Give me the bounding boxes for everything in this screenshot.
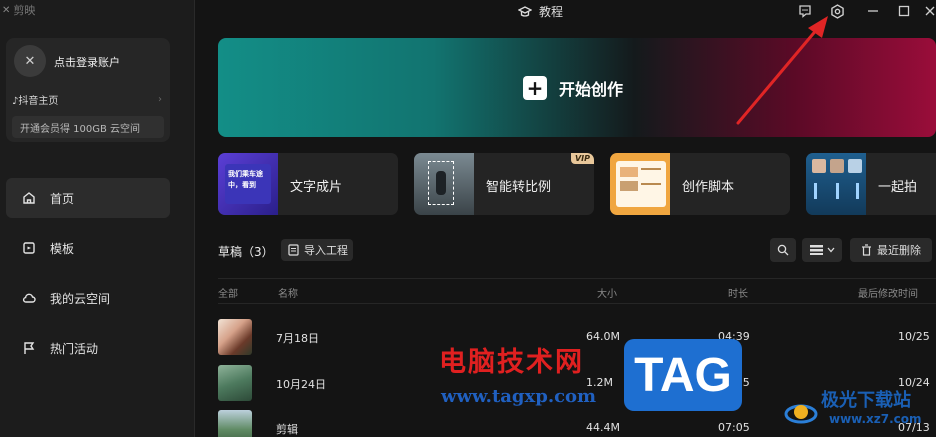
feature-label: 一起拍 — [878, 180, 918, 195]
account-card: ✕ 点击登录账户 ♪抖音主页 › 开通会员得 100GB 云空间 — [6, 38, 170, 142]
title-bar — [196, 0, 936, 22]
chevron-right-icon: › — [158, 94, 162, 105]
column-header-duration: 时长 — [728, 289, 748, 300]
login-link[interactable]: 点击登录账户 — [54, 54, 120, 70]
home-icon — [23, 192, 35, 204]
maximize-icon[interactable] — [896, 3, 912, 19]
template-icon — [23, 242, 35, 254]
watermark-site: 电脑技术网 www.tagxp.com — [435, 338, 627, 418]
sidebar-nav: 首页 模板 我的云空间 热门活动 — [6, 178, 170, 378]
tutorial-button[interactable]: 教程 — [518, 3, 563, 20]
thumb-caption: 我们乘车途中，看到 — [228, 170, 263, 189]
vip-badge: VIP — [570, 153, 594, 164]
vip-promo-button[interactable]: 开通会员得 100GB 云空间 — [12, 116, 164, 138]
tutorial-label: 教程 — [539, 5, 564, 19]
capcut-logo-icon: ✕ — [2, 4, 11, 16]
search-button[interactable] — [770, 238, 796, 262]
search-icon — [777, 244, 789, 256]
app-name: 剪映 — [13, 4, 36, 17]
column-header-size: 大小 — [597, 289, 617, 300]
watermark-tag-logo: TAG — [624, 339, 742, 411]
feedback-icon[interactable] — [797, 3, 813, 19]
sidebar-item-label: 热门活动 — [50, 341, 99, 356]
text-to-video-thumbnail: 我们乘车途中，看到 — [218, 153, 278, 215]
column-header-name: 名称 — [278, 289, 298, 300]
sidebar-item-label: 模板 — [50, 241, 75, 256]
column-header-modified: 最后修改时间 — [858, 289, 918, 300]
recently-deleted-button[interactable]: 最近删除 — [850, 238, 932, 262]
sidebar-item-home[interactable]: 首页 — [6, 178, 170, 218]
watermark-site-name: 电脑技术网 — [439, 347, 584, 378]
feature-label: 文字成片 — [290, 180, 343, 195]
shoot-together-thumbnail — [806, 153, 866, 215]
close-icon[interactable] — [922, 3, 936, 19]
start-creation-content: + 开始创作 — [523, 76, 623, 100]
flag-icon — [24, 342, 35, 354]
feature-card-text-to-video[interactable]: 我们乘车途中，看到 文字成片 — [218, 153, 398, 215]
douyin-homepage-link[interactable]: ♪抖音主页 › — [12, 92, 162, 107]
draft-thumbnail — [218, 365, 252, 401]
list-view-icon — [809, 245, 823, 255]
sidebar: ✕ 剪映 ✕ 点击登录账户 ♪抖音主页 › 开通会员得 100GB 云空间 首页… — [0, 0, 195, 437]
draft-duration: 07:05 — [718, 421, 750, 434]
divider — [218, 303, 936, 304]
document-icon — [288, 244, 299, 256]
settings-icon[interactable] — [829, 3, 845, 19]
recently-deleted-label: 最近删除 — [877, 244, 921, 257]
douyin-label: 抖音主页 — [18, 96, 59, 107]
feature-label: 智能转比例 — [486, 180, 552, 195]
sidebar-item-label: 我的云空间 — [50, 291, 111, 306]
divider — [218, 278, 936, 279]
avatar[interactable]: ✕ — [14, 45, 46, 77]
view-mode-dropdown[interactable] — [802, 238, 842, 262]
smart-ratio-thumbnail — [414, 153, 474, 215]
watermark-aurora-url: www.xz7.com — [829, 412, 922, 426]
draft-thumbnail — [218, 319, 252, 355]
draft-thumbnail — [218, 410, 252, 437]
import-label: 导入工程 — [304, 244, 348, 257]
minimize-icon[interactable] — [865, 3, 881, 19]
plus-icon: + — [523, 76, 547, 100]
draft-size: 44.4M — [586, 421, 620, 434]
watermark-aurora-name: 极光下载站 — [821, 390, 911, 411]
graduation-cap-icon — [518, 5, 532, 17]
cloud-icon — [22, 293, 36, 303]
draft-name: 10月24日 — [276, 378, 326, 391]
trash-icon — [862, 244, 871, 256]
draft-modified: 10/25 — [898, 330, 930, 343]
avatar-logo-icon: ✕ — [24, 53, 36, 69]
chevron-down-icon — [827, 247, 834, 253]
start-creation-label: 开始创作 — [559, 80, 624, 99]
script-thumbnail — [610, 153, 670, 215]
draft-name: 7月18日 — [276, 332, 319, 345]
column-header-all[interactable]: 全部 — [218, 285, 238, 300]
aurora-logo-icon — [784, 404, 818, 424]
start-creation-button[interactable]: + 开始创作 — [218, 38, 936, 137]
watermark-aurora: 极光下载站 www.xz7.com — [781, 380, 936, 437]
drafts-title: 草稿（3） — [218, 245, 274, 259]
sidebar-item-templates[interactable]: 模板 — [6, 228, 170, 268]
sidebar-item-cloud[interactable]: 我的云空间 — [6, 278, 170, 318]
watermark-site-url: www.tagxp.com — [441, 386, 597, 407]
feature-label: 创作脚本 — [682, 180, 735, 195]
feature-card-shoot-together[interactable]: 一起拍 — [806, 153, 936, 215]
sidebar-item-label: 首页 — [50, 191, 75, 206]
sidebar-item-events[interactable]: 热门活动 — [6, 328, 170, 368]
draft-name: 剪辑 — [276, 423, 298, 436]
import-project-button[interactable]: 导入工程 — [281, 239, 353, 261]
feature-card-script[interactable]: 创作脚本 — [610, 153, 790, 215]
app-title: ✕ 剪映 — [2, 2, 35, 18]
feature-card-smart-ratio[interactable]: VIP 智能转比例 — [414, 153, 594, 215]
